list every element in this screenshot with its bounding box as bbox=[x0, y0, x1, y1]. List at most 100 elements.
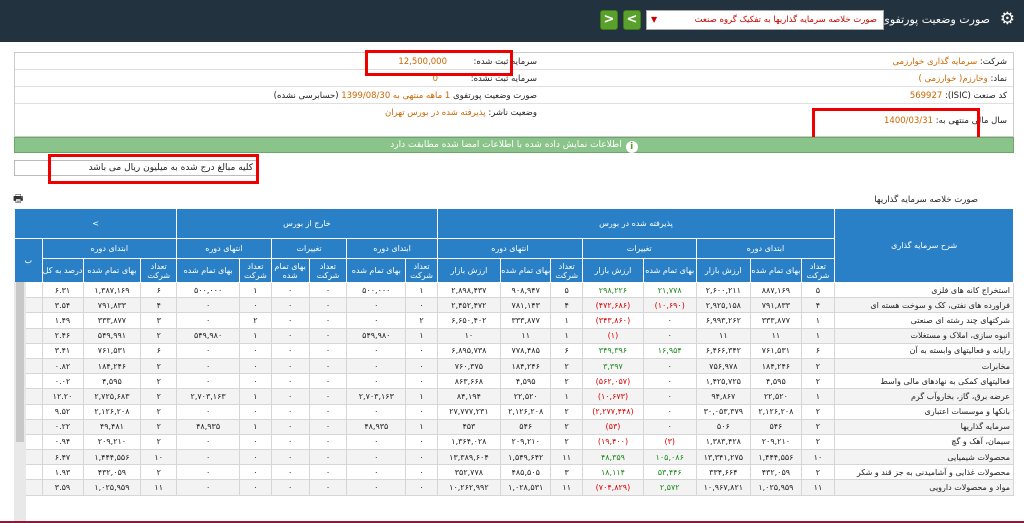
symbol-value[interactable]: وخارزم( خوارزمی ) bbox=[918, 74, 987, 84]
table-cell: ۰ bbox=[270, 342, 310, 359]
header-unlisted-start: ابتدای دوره bbox=[346, 238, 438, 259]
table-cell: ۱ bbox=[239, 418, 272, 435]
table-cell: ۴۸,۹۳۵ bbox=[346, 418, 407, 435]
table-row: فراورده های نفتی، کک و سوخت هسته ای ۴ ۷۹۱,… bbox=[14, 297, 1014, 314]
table-cell: ۲۲,۵۲۰ bbox=[499, 388, 552, 405]
table-cell: ۵۴۶ bbox=[499, 418, 552, 435]
table-cell: ۴۸,۹۳۵ bbox=[176, 418, 241, 435]
table-cell: ۲۰۹,۲۱۰ bbox=[82, 433, 142, 451]
table-cell: ۴ bbox=[550, 297, 583, 314]
table-cell: ۰ bbox=[346, 403, 407, 420]
row-desc: انبوه سازی، املاک و مستغلات bbox=[834, 327, 1014, 344]
table-cell: (۲,۲۷۷,۴۴۸) bbox=[581, 403, 644, 420]
table-cell: ۰ bbox=[346, 433, 407, 451]
page-title: صورت وضعیت پورتفوی bbox=[881, 13, 990, 26]
table-cell: ۰ bbox=[405, 373, 438, 390]
prev-button[interactable]: < bbox=[600, 10, 618, 30]
row-desc: فراورده های نفتی، کک و سوخت هسته ای bbox=[834, 297, 1014, 314]
table-cell: ۰ bbox=[405, 403, 438, 420]
table-cell: ۰ bbox=[642, 312, 697, 329]
table-cell: ۱ bbox=[405, 418, 438, 435]
table-row: فعالیتهای کمکی به نهادهای مالی واسط ۲ ۴,۵۹… bbox=[14, 373, 1014, 390]
table-cell: ۱۸۴,۲۴۶ bbox=[82, 357, 142, 375]
table-cell: ۲,۷۰۳,۱۶۳ bbox=[346, 388, 407, 405]
row-desc: محصولات غذایی و آشامیدنی به جز قند و شکر bbox=[834, 464, 1014, 481]
table-cell: ۰ bbox=[642, 418, 697, 435]
table-cell: ۴,۵۹۵ bbox=[750, 373, 802, 390]
col-market: ارزش بازار bbox=[581, 258, 644, 283]
table-cell: ۲,۴۵۲,۴۷۲ bbox=[436, 297, 501, 314]
table-cell: ۰ bbox=[270, 388, 310, 405]
table-row: استخراج کانه های فلزی ۵ ۸۸۷,۱۶۹ ۲,۶۰۰,۲۱۱ ۲۱… bbox=[14, 281, 1014, 299]
print-icon[interactable]: 🖶 bbox=[13, 193, 27, 205]
header-total-start: ابتدای دوره bbox=[41, 238, 178, 259]
table-cell: ۲ bbox=[140, 327, 178, 344]
table-cell: ۰ bbox=[405, 479, 438, 496]
table-row: مواد و محصولات دارویی ۱۱ ۱,۰۲۵,۹۵۹ ۱۰,۹۶۷,۸… bbox=[14, 479, 1014, 496]
table-cell: ۷۶۱,۵۳۱ bbox=[82, 342, 142, 359]
table-cell: ۲,۶۰۰,۲۱۱ bbox=[695, 281, 752, 299]
table-cell: ۲ bbox=[800, 418, 836, 435]
col-cost: بهای تمام شده bbox=[82, 258, 142, 283]
table-cell: ۱,۴۴۴,۵۵۶ bbox=[750, 449, 802, 466]
table-cell: ۱۸۴,۲۴۶ bbox=[750, 357, 802, 375]
table-cell: ۰ bbox=[405, 357, 438, 375]
table-row: رایانه و فعالیتهای وابسته به آن ۶ ۷۶۱,۵۳۱ ۶… bbox=[14, 342, 1014, 359]
table-cell: ۲ bbox=[800, 357, 836, 375]
company-value[interactable]: سرمایه گذاری خوارزمی bbox=[892, 57, 977, 67]
table-cell: (۳۴۳,۸۶۰) bbox=[581, 312, 644, 329]
next-button[interactable]: > bbox=[623, 10, 641, 30]
table-cell: ۲ bbox=[550, 418, 583, 435]
table-cell: ۱۳,۳۴۱,۲۷۵ bbox=[695, 449, 752, 466]
table-cell: ۱ bbox=[550, 388, 583, 405]
row-desc: محصولات شیمیایی bbox=[834, 449, 1014, 466]
table-cell: ۷۹۱,۸۳۳ bbox=[750, 297, 802, 314]
header-total: > bbox=[14, 208, 178, 239]
table-cell: ۶,۶۵۰,۴۰۲ bbox=[436, 312, 501, 329]
table-cell: ۰ bbox=[176, 373, 241, 390]
info-icon: i bbox=[625, 141, 638, 153]
table-cell: ۰ bbox=[308, 373, 348, 390]
table-cell: ۰ bbox=[176, 357, 241, 375]
scrollbar-thumb[interactable] bbox=[16, 282, 24, 442]
col-count: تعداد شرکت bbox=[800, 258, 836, 283]
table-cell: ۰ bbox=[270, 357, 310, 375]
table-cell: ۱ bbox=[405, 327, 438, 344]
table-cell: ۰ bbox=[308, 479, 348, 496]
table-cell: ۱,۳۸۷,۱۶۹ bbox=[82, 281, 142, 299]
verification-notice: iاطلاعات نمایش داده شده با اطلاعات امضا … bbox=[14, 137, 1014, 153]
table-row: محصولات شیمیایی ۱۰ ۱,۴۴۴,۵۵۶ ۱۳,۳۴۱,۲۷۵ ۱۰۵,… bbox=[14, 449, 1014, 466]
table-cell: ۲.۴۶ bbox=[41, 327, 84, 344]
table-cell: ۶,۹۹۳,۲۶۲ bbox=[695, 312, 752, 329]
row-desc: رایانه و فعالیتهای وابسته به آن bbox=[834, 342, 1014, 359]
table-cell: ۰ bbox=[239, 357, 272, 375]
table-cell: ۵۴۹,۹۸۰ bbox=[346, 327, 407, 344]
table-cell: ۲,۵۷۲ bbox=[642, 479, 697, 496]
col-count: تعداد شرکت bbox=[239, 258, 272, 283]
table-cell: ۲ bbox=[140, 418, 178, 435]
table-cell: ۵۴۹,۹۸۰ bbox=[176, 327, 241, 344]
table-cell: ۰ bbox=[176, 433, 241, 451]
table-cell: ۰ bbox=[346, 357, 407, 375]
report-type-select[interactable]: صورت خلاصه سرمایه گذاریها به تفکیک گروه … bbox=[646, 10, 884, 30]
isic-label: کد صنعت (ISIC): 569927 bbox=[909, 91, 1007, 101]
col-cost: بهای تمام شده bbox=[176, 258, 241, 283]
table-title: صورت خلاصه سرمایه گذاریها bbox=[874, 195, 978, 205]
table-cell: ۰ bbox=[176, 449, 241, 466]
table-cell: ۱۱ bbox=[550, 479, 583, 496]
table-cell: ۱ bbox=[405, 281, 438, 299]
table-cell: ۰ bbox=[270, 297, 310, 314]
table-cell: ۳۳۳,۸۷۷ bbox=[750, 312, 802, 329]
gear-icon[interactable]: ⚙ bbox=[1000, 11, 1015, 28]
table-cell: ۱ bbox=[239, 281, 272, 299]
table-cell: ۶.۴۷ bbox=[41, 449, 84, 466]
table-cell: ۳ bbox=[140, 312, 178, 329]
table-cell: ۰ bbox=[308, 281, 348, 299]
table-cell: ۶ bbox=[800, 342, 836, 359]
col-count: تعداد شرکت bbox=[140, 258, 178, 283]
table-scrollbar[interactable] bbox=[14, 282, 26, 523]
table-cell: ۳۰,۰۵۳,۳۷۹ bbox=[695, 403, 752, 420]
table-cell: (۵۳) bbox=[581, 418, 644, 435]
table-cell: ۰ bbox=[346, 312, 407, 329]
table-row: عرضه برق، گاز، بخاروآب گرم ۱ ۲۲,۵۲۰ ۹۴,۸۶۷ ۰… bbox=[14, 388, 1014, 405]
